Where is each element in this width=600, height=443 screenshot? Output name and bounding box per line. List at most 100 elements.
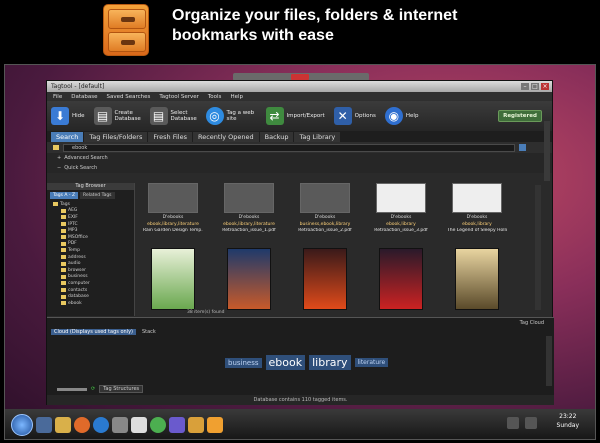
tag-tree-item[interactable]: EXIF	[53, 214, 134, 221]
cloud-tag-literature[interactable]: literature	[354, 358, 389, 367]
start-button[interactable]	[11, 414, 33, 436]
tray-volume-icon[interactable]	[525, 417, 537, 429]
menu-help[interactable]: Help	[230, 94, 243, 100]
tag-tree-item[interactable]: PDF	[53, 241, 134, 248]
taskbar-media-icon[interactable]	[188, 417, 204, 433]
close-icon[interactable]: ×	[541, 83, 549, 90]
file-item[interactable]: D'ebooks ebook,library Retroaction_issue_3…	[371, 183, 431, 233]
tab-backup[interactable]: Backup	[259, 132, 294, 142]
taskbar-ie-icon[interactable]	[93, 417, 109, 433]
tag-tree-item[interactable]: contacts	[53, 287, 134, 294]
tag-cloud-header: Tag Cloud	[519, 319, 544, 326]
grid-scrollbar[interactable]	[535, 185, 541, 310]
tag-tree-item[interactable]: computer	[53, 280, 134, 287]
taskbar-app-icon[interactable]	[112, 417, 128, 433]
tab-tags-a-z[interactable]: Tags A - Z	[50, 192, 79, 199]
taskbar-notepad-icon[interactable]	[131, 417, 147, 433]
cloud-tag-library[interactable]: library	[309, 355, 351, 370]
tag-folder-icon	[61, 261, 66, 266]
tag-tree-item[interactable]: browser	[53, 267, 134, 274]
tab-tag-library[interactable]: Tag Library	[294, 132, 341, 142]
taskbar-tagtool-icon[interactable]	[207, 417, 223, 433]
tag-tree-item[interactable]: Temp	[53, 247, 134, 254]
window-titlebar[interactable]: Tagtool - [default] – □ ×	[47, 81, 552, 92]
tab-stack[interactable]: Stack	[142, 329, 156, 335]
menu-tools[interactable]: Tools	[208, 94, 222, 100]
tag-tree-item[interactable]: AEG	[53, 208, 134, 215]
refresh-icon[interactable]: ⟳	[91, 386, 95, 392]
file-cover-thumbnail[interactable]	[455, 248, 499, 310]
tag-tree-item[interactable]: ebook	[53, 300, 134, 307]
minimize-icon[interactable]: –	[521, 83, 529, 90]
tab-search[interactable]: Search	[51, 132, 84, 142]
tag-tree-item[interactable]: IPTC	[53, 221, 134, 228]
tray-network-icon[interactable]	[507, 417, 519, 429]
tag-folder-icon	[61, 301, 66, 306]
clock[interactable]: 23:22 Sunday	[557, 412, 579, 430]
hero-line-2: bookmarks with ease	[172, 27, 334, 44]
cloud-scrollbar[interactable]	[546, 336, 552, 386]
cloud-tag-ebook[interactable]: ebook	[265, 355, 306, 370]
tab-recently-opened[interactable]: Recently Opened	[192, 132, 259, 142]
web-icon: ◎	[205, 107, 224, 125]
file-cover-thumbnail[interactable]	[379, 248, 423, 310]
tag-tree-item[interactable]: address	[53, 254, 134, 261]
file-cover-thumbnail[interactable]	[227, 248, 271, 310]
menu-saved-searches[interactable]: Saved Searches	[106, 94, 150, 100]
quick-search-row[interactable]: − Quick Search	[47, 163, 552, 173]
file-thumbnail	[148, 183, 198, 213]
file-item[interactable]: D'ebooks ebook,library,literature Retroact…	[219, 183, 279, 233]
tag-folder-icon	[61, 208, 66, 213]
options-icon: ✕	[333, 107, 352, 125]
file-cover-thumbnail[interactable]	[303, 248, 347, 310]
tag-browser-panel: Tag Browser Tags A - Z Related Tags Tags…	[47, 183, 135, 316]
hide-button[interactable]: ⬇ Hide	[51, 107, 85, 125]
search-go-icon[interactable]	[519, 144, 526, 151]
file-cover-thumbnail[interactable]	[151, 248, 195, 310]
file-grid: D'ebooks ebook,library,literature Rain Gar…	[135, 183, 543, 316]
tag-tree-item[interactable]: Tags	[53, 201, 134, 208]
zoom-slider[interactable]	[57, 387, 87, 391]
tag-web-site-button[interactable]: ◎ Tag a web site	[205, 107, 257, 125]
file-item[interactable]: D'ebooks ebook,library,literature Rain Gar…	[143, 183, 203, 233]
file-thumbnail	[376, 183, 426, 213]
tag-structures-select[interactable]: Tag Structures	[99, 385, 144, 393]
tab-tag-files[interactable]: Tag Files/Folders	[84, 132, 148, 142]
tag-tree-item[interactable]: business	[53, 274, 134, 281]
tag-tree-item[interactable]: audio	[53, 260, 134, 267]
search-input[interactable]: ebook	[63, 143, 515, 152]
tag-tree-item[interactable]: MSOffice	[53, 234, 134, 241]
items-found: 38 item(s) found	[187, 310, 225, 315]
menu-file[interactable]: File	[53, 94, 62, 100]
tag-tree: Tags AEG EXIF IPTC MP3 MSOffice PDF Temp address…	[47, 201, 134, 307]
desktop: Tagtool - [default] – □ × File Database …	[4, 64, 596, 440]
tag-tree-item[interactable]: MP3	[53, 227, 134, 234]
taskbar-explorer-icon[interactable]	[36, 417, 52, 433]
menu-database[interactable]: Database	[71, 94, 97, 100]
toolbar: ⬇ Hide ▤ Create Database ▤ Select Databa…	[47, 101, 552, 131]
hero-banner: Organize your files, folders & internet …	[0, 0, 600, 62]
file-item[interactable]: D'ebooks business,ebook,library Retroactio…	[295, 183, 355, 233]
select-database-button[interactable]: ▤ Select Database	[149, 107, 197, 125]
taskbar-chrome-icon[interactable]	[150, 417, 166, 433]
tab-related-tags[interactable]: Related Tags	[80, 192, 115, 199]
tag-tree-item[interactable]: database	[53, 293, 134, 300]
menu-tagtool-server[interactable]: Tagtool Server	[159, 94, 199, 100]
taskbar-firefox-icon[interactable]	[74, 417, 90, 433]
menu-bar: File Database Saved Searches Tagtool Ser…	[47, 92, 552, 101]
maximize-icon[interactable]: □	[531, 83, 539, 90]
advanced-search-row[interactable]: + Advanced Search	[47, 153, 552, 163]
side-favorites-tab[interactable]	[544, 121, 550, 181]
cloud-tag-business[interactable]: business	[225, 357, 262, 368]
tab-fresh-files[interactable]: Fresh Files	[148, 132, 192, 142]
tab-cloud[interactable]: Cloud (Displays used tags only)	[51, 328, 136, 335]
tag-folder-icon	[61, 294, 66, 299]
file-item[interactable]: D'ebooks ebook,library The Legend of Sleep…	[447, 183, 507, 233]
import-export-button[interactable]: ⇄ Import/Export	[265, 107, 325, 125]
taskbar-mail-icon[interactable]	[169, 417, 185, 433]
help-button[interactable]: ◉ Help	[384, 107, 418, 125]
create-database-button[interactable]: ▤ Create Database	[93, 107, 141, 125]
options-button[interactable]: ✕ Options	[333, 107, 376, 125]
taskbar-folder-icon[interactable]	[55, 417, 71, 433]
hide-icon: ⬇	[51, 107, 69, 125]
